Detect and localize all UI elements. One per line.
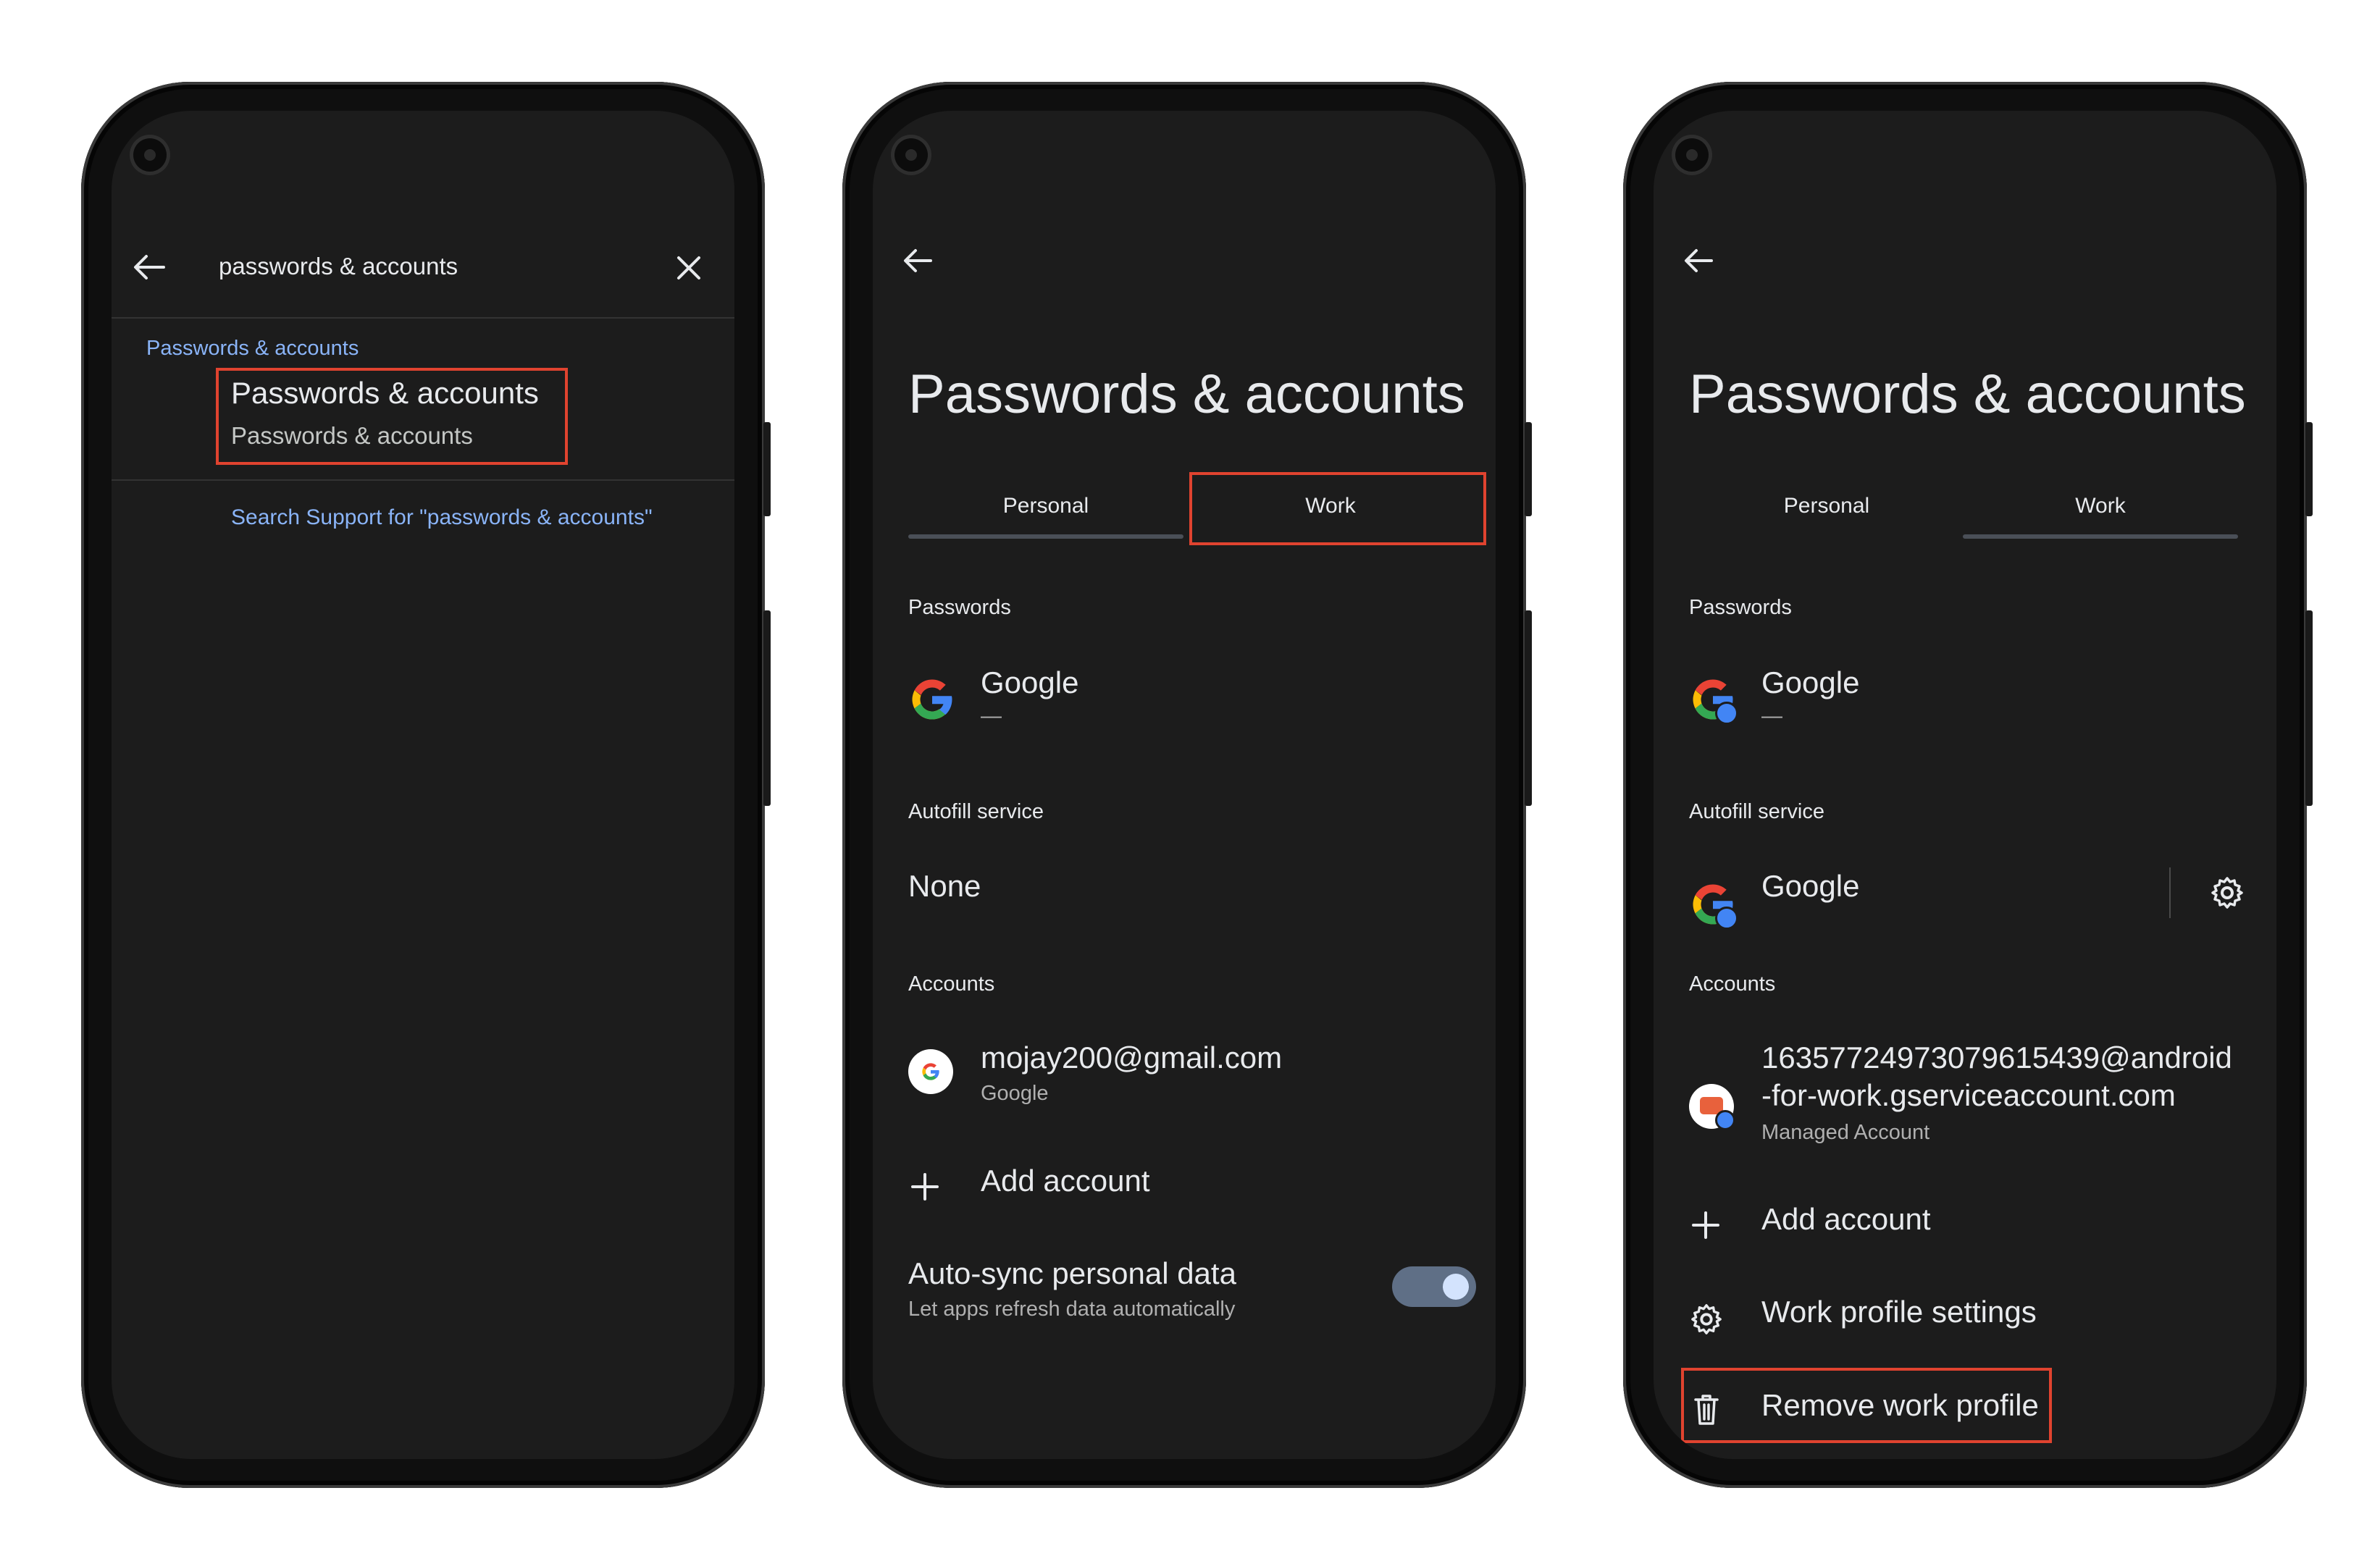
- phone-search: passwords & accounts Passwords & account…: [81, 82, 771, 1488]
- password-manager-name[interactable]: Google: [981, 665, 1078, 700]
- front-camera: [133, 138, 167, 172]
- accounts-header: Accounts: [1689, 972, 1776, 996]
- result-category: Passwords & accounts: [146, 337, 359, 360]
- work-badge-icon: [1715, 907, 1738, 930]
- search-divider: [112, 317, 734, 319]
- account-avatar: [908, 1049, 953, 1094]
- passwords-header: Passwords: [908, 596, 1011, 619]
- page-title: Passwords & accounts: [908, 363, 1465, 425]
- highlight-search-result: [216, 368, 568, 465]
- add-account-button[interactable]: Add account: [1761, 1202, 1931, 1237]
- add-account-button[interactable]: Add account: [981, 1164, 1150, 1198]
- work-settings-gear-icon: [1691, 1304, 1722, 1334]
- tab-personal[interactable]: Personal: [1689, 494, 1964, 518]
- back-arrow-icon[interactable]: [133, 254, 165, 280]
- phone-personal: Passwords & accounts Personal Work Passw…: [842, 82, 1532, 1488]
- accounts-header: Accounts: [908, 972, 995, 996]
- search-screen: passwords & accounts Passwords & account…: [112, 111, 734, 1459]
- account-email-line1[interactable]: 16357724973079615439@android: [1761, 1040, 2232, 1075]
- back-arrow-icon[interactable]: [1684, 248, 1713, 273]
- autofill-divider: [2169, 867, 2171, 918]
- password-manager-name[interactable]: Google: [1761, 665, 1859, 700]
- work-profile-settings-button[interactable]: Work profile settings: [1761, 1295, 2037, 1329]
- work-badge-icon: [1715, 702, 1738, 725]
- search-input[interactable]: passwords & accounts: [219, 253, 458, 280]
- autofill-service-value[interactable]: Google: [1761, 869, 1859, 904]
- tab-personal[interactable]: Personal: [908, 494, 1183, 518]
- back-arrow-icon[interactable]: [903, 248, 932, 273]
- account-type: Google: [981, 1082, 1049, 1105]
- autosync-subtitle: Let apps refresh data automatically: [908, 1298, 1236, 1321]
- search-support-link[interactable]: Search Support for "passwords & accounts…: [231, 505, 653, 530]
- clear-search-icon[interactable]: [676, 256, 701, 280]
- front-camera: [894, 138, 928, 172]
- page-title: Passwords & accounts: [1689, 363, 2246, 425]
- add-icon: [911, 1173, 939, 1201]
- tab-work-indicator: [1963, 534, 2238, 539]
- highlight-work-tab: [1189, 472, 1486, 545]
- autosync-toggle[interactable]: [1392, 1266, 1476, 1307]
- autofill-header: Autofill service: [1689, 800, 1824, 823]
- gear-icon[interactable]: [2210, 875, 2245, 910]
- work-google-logo: [1689, 880, 1738, 930]
- autofill-service-value[interactable]: None: [908, 869, 981, 904]
- tab-work[interactable]: Work: [1963, 494, 2238, 518]
- work-badge-icon: [1715, 1110, 1735, 1130]
- personal-screen: Passwords & accounts Personal Work Passw…: [873, 111, 1496, 1459]
- work-screen: Passwords & accounts Personal Work Passw…: [1654, 111, 2276, 1459]
- managed-account-avatar: [1689, 1084, 1735, 1130]
- toggle-thumb: [1443, 1274, 1469, 1300]
- phone-work: Passwords & accounts Personal Work Passw…: [1623, 82, 2313, 1488]
- account-type: Managed Account: [1761, 1121, 1930, 1144]
- password-manager-sub: —: [981, 705, 1002, 728]
- highlight-remove-work-profile: [1681, 1368, 2052, 1443]
- add-icon: [1692, 1211, 1719, 1239]
- work-google-logo: [1689, 676, 1738, 725]
- google-logo-icon: [921, 1061, 941, 1082]
- google-logo-icon: [908, 676, 956, 723]
- autosync-title: Auto-sync personal data: [908, 1256, 1236, 1290]
- account-email-line2[interactable]: -for-work.gserviceaccount.com: [1761, 1078, 2176, 1113]
- front-camera: [1675, 138, 1709, 172]
- password-manager-sub: —: [1761, 705, 1782, 728]
- passwords-header: Passwords: [1689, 596, 1792, 619]
- account-email[interactable]: mojay200@gmail.com: [981, 1040, 1282, 1075]
- autofill-header: Autofill service: [908, 800, 1044, 823]
- result-divider: [112, 479, 734, 481]
- tab-personal-indicator: [908, 534, 1183, 539]
